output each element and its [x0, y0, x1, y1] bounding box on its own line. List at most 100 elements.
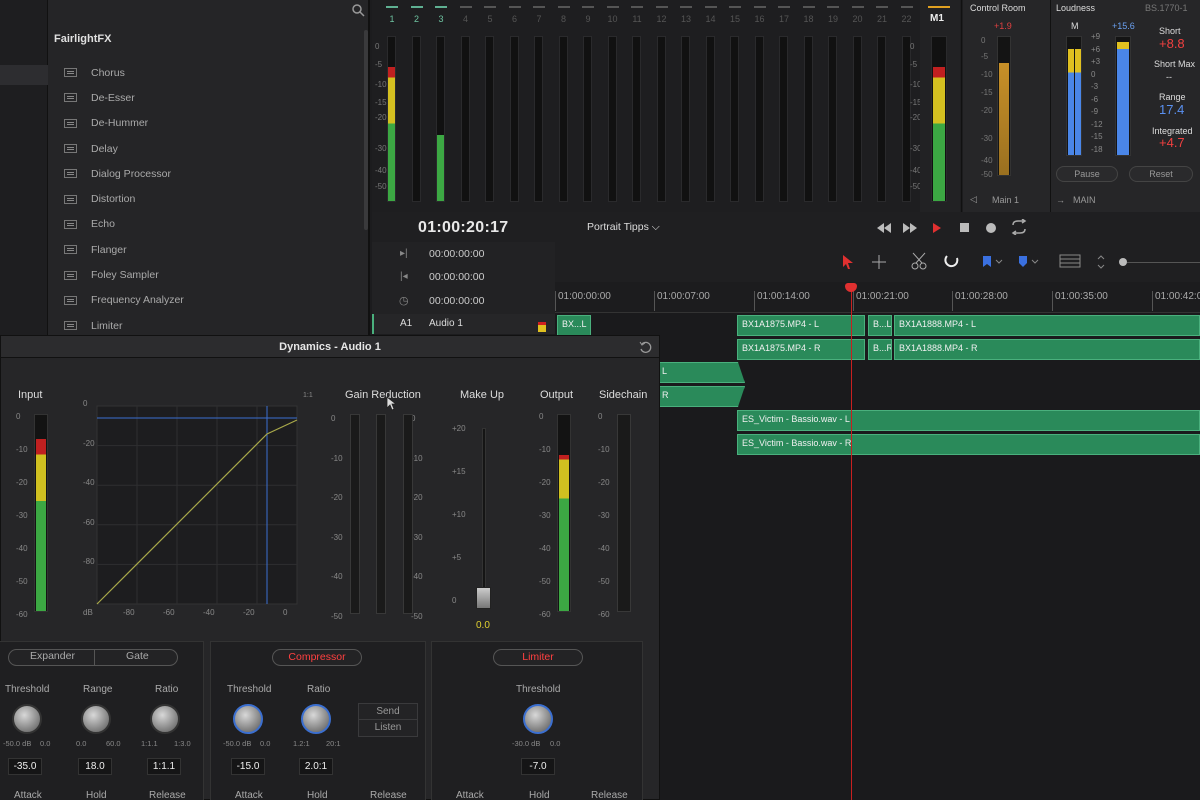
channel-number[interactable]: 21 [872, 14, 892, 24]
audio-clip[interactable]: BX1A1875.MP4 - L [737, 315, 865, 336]
record-icon[interactable] [986, 223, 996, 233]
channel-number[interactable]: 1 [382, 14, 402, 24]
makeup-fader-track[interactable] [482, 428, 486, 608]
makeup-fader-handle[interactable] [476, 587, 491, 609]
fx-item[interactable]: Frequency Analyzer [54, 288, 361, 313]
transfer-curve-graph[interactable] [69, 396, 309, 624]
range-tool-icon[interactable] [871, 254, 887, 270]
control-room-output[interactable]: Main 1 [992, 195, 1019, 205]
audio-clip[interactable]: ES_Victim - Bassio.wav - L [737, 410, 1200, 431]
channel-number[interactable]: 7 [529, 14, 549, 24]
fx-item[interactable]: Echo [54, 212, 361, 237]
fx-item[interactable]: Distortion [54, 186, 361, 211]
audio-clip[interactable]: L [657, 362, 745, 383]
channel-number[interactable]: 18 [799, 14, 819, 24]
fx-item[interactable]: Flanger [54, 237, 361, 262]
razor-tool-icon[interactable] [911, 252, 929, 270]
send-button[interactable]: Send [359, 704, 417, 720]
fx-item[interactable]: Dialog Processor [54, 161, 361, 186]
reset-button[interactable]: Reset [1129, 166, 1193, 182]
rewind-icon[interactable] [877, 223, 891, 233]
channel-number[interactable]: 11 [627, 14, 647, 24]
audio-clip[interactable]: B...L [868, 315, 892, 336]
channel-number[interactable]: 2 [407, 14, 427, 24]
zoom-toggle-icon[interactable] [1096, 254, 1106, 270]
compressor-threshold-knob[interactable] [233, 704, 263, 734]
expander-threshold-knob[interactable] [12, 704, 42, 734]
out-timecode[interactable]: 00:00:00:00 [429, 271, 484, 283]
fx-category-selected[interactable] [0, 65, 48, 85]
duration-timecode[interactable]: 00:00:00:00 [429, 295, 484, 307]
audio-clip[interactable]: B...R [868, 339, 892, 360]
compressor-threshold-value[interactable]: -15.0 [231, 758, 265, 775]
compressor-toggle[interactable]: Compressor [272, 649, 362, 666]
pointer-tool-icon[interactable] [841, 254, 855, 270]
search-icon[interactable] [351, 3, 365, 17]
channel-number[interactable]: 20 [848, 14, 868, 24]
timecode-display[interactable]: 01:00:20:17 [418, 219, 508, 237]
zoom-slider-track[interactable] [1127, 262, 1200, 263]
expander-ratio-value[interactable]: 1:1.1 [147, 758, 181, 775]
channel-number[interactable]: 5 [480, 14, 500, 24]
loop-icon[interactable] [1010, 219, 1028, 235]
track-a1-header[interactable]: A1 Audio 1 [372, 314, 555, 334]
reset-icon[interactable] [639, 341, 652, 354]
mixer-scale-label: -5 [910, 60, 918, 69]
marker-icon[interactable] [1017, 255, 1041, 269]
fx-item[interactable]: De-Hummer [54, 111, 361, 136]
channel-number[interactable]: 12 [652, 14, 672, 24]
expander-range-knob[interactable] [81, 704, 111, 734]
expander-threshold-value[interactable]: -35.0 [8, 758, 42, 775]
audio-clip[interactable]: BX1A1888.MP4 - L [894, 315, 1200, 336]
loudness-main-select[interactable]: MAIN [1073, 195, 1096, 205]
track-height-icon[interactable] [1059, 254, 1081, 268]
tab-gate[interactable]: Gate [126, 650, 149, 662]
play-icon[interactable] [933, 223, 941, 233]
channel-number[interactable]: 16 [750, 14, 770, 24]
timeline-ruler[interactable]: 01:00:00:00 01:00:07:00 01:00:14:00 01:0… [555, 283, 1200, 313]
audio-clip[interactable]: BX...L [557, 315, 591, 336]
fx-item[interactable]: Chorus [54, 60, 361, 85]
stop-icon[interactable] [960, 223, 969, 232]
channel-number[interactable]: 10 [603, 14, 623, 24]
channel-number[interactable]: 13 [676, 14, 696, 24]
channel-number[interactable]: 15 [725, 14, 745, 24]
channel-number[interactable]: 8 [554, 14, 574, 24]
fast-forward-icon[interactable] [903, 223, 917, 233]
audio-clip[interactable]: R [657, 386, 745, 407]
channel-number[interactable]: 3 [431, 14, 451, 24]
fx-item[interactable]: Foley Sampler [54, 262, 361, 287]
channel-number[interactable]: 9 [578, 14, 598, 24]
audio-clip[interactable]: BX1A1875.MP4 - R [737, 339, 865, 360]
snapping-icon[interactable] [943, 252, 961, 270]
channel-number[interactable]: 17 [774, 14, 794, 24]
channel-number[interactable]: 22 [897, 14, 917, 24]
expander-range-value[interactable]: 18.0 [78, 758, 112, 775]
input-meter-level [36, 439, 46, 611]
channel-number[interactable]: 4 [456, 14, 476, 24]
tab-expander[interactable]: Expander [30, 650, 75, 662]
audio-clip[interactable]: BX1A1888.MP4 - R [894, 339, 1200, 360]
listen-button[interactable]: Listen [359, 720, 417, 736]
compressor-ratio-knob[interactable] [301, 704, 331, 734]
compressor-ratio-value[interactable]: 2.0:1 [299, 758, 333, 775]
limiter-toggle[interactable]: Limiter [493, 649, 583, 666]
flag-icon[interactable] [981, 255, 1005, 269]
in-timecode[interactable]: 00:00:00:00 [429, 248, 484, 260]
speaker-icon[interactable]: ◁ [970, 194, 977, 205]
limiter-threshold-knob[interactable] [523, 704, 553, 734]
channel-number[interactable]: 14 [701, 14, 721, 24]
fx-item[interactable]: Delay [54, 136, 361, 161]
fx-item[interactable]: De-Esser [54, 85, 361, 110]
channel-number[interactable]: 6 [505, 14, 525, 24]
timeline-selector[interactable]: Portrait Tipps ⌵ [587, 221, 660, 234]
fx-scrollbar[interactable] [364, 30, 368, 230]
dynamics-title[interactable]: Dynamics - Audio 1 [1, 336, 659, 358]
channel-number[interactable]: 19 [823, 14, 843, 24]
pause-button[interactable]: Pause [1056, 166, 1118, 182]
audio-clip[interactable]: ES_Victim - Bassio.wav - R [737, 434, 1200, 455]
zoom-slider-handle[interactable] [1119, 258, 1127, 266]
limiter-threshold-value[interactable]: -7.0 [521, 758, 555, 775]
expander-ratio-knob[interactable] [150, 704, 180, 734]
playhead-line[interactable] [851, 284, 852, 800]
